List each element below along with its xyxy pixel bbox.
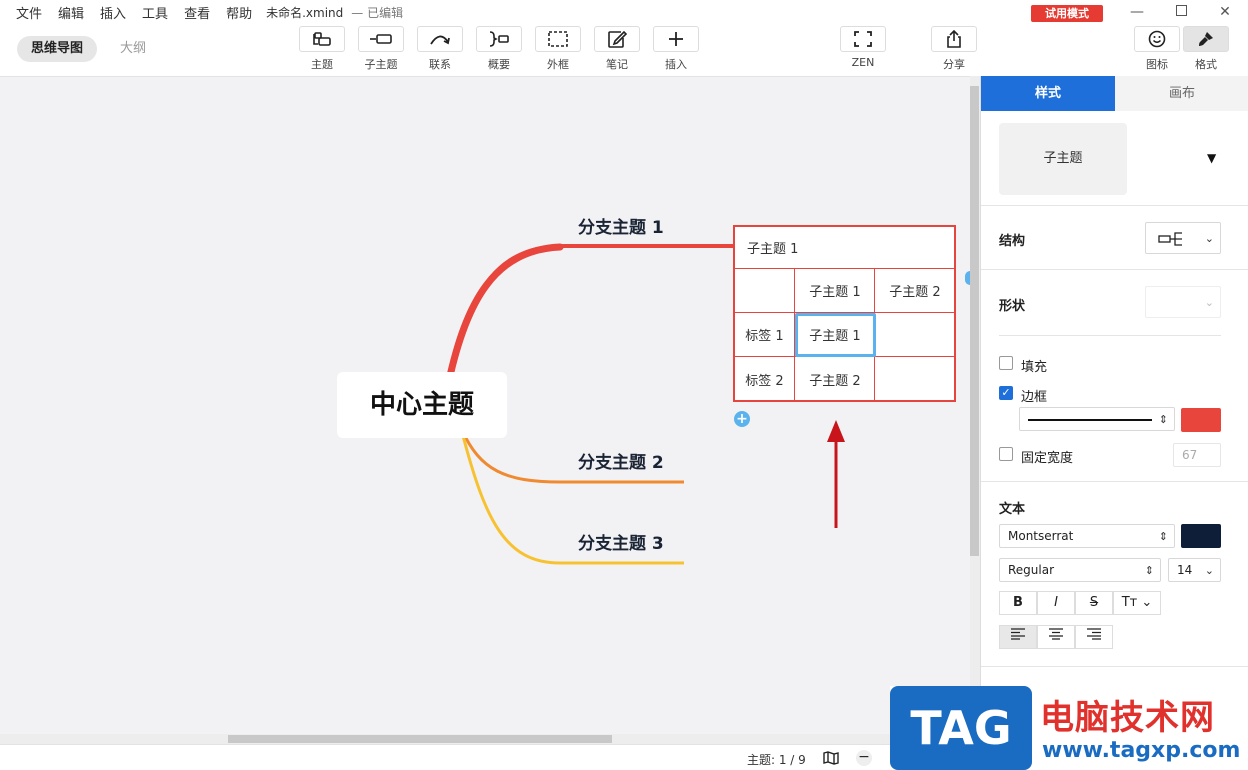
connector-branch-1 <box>446 244 733 386</box>
italic-button[interactable]: I <box>1037 591 1075 615</box>
format-panel: 样式 画布 子主题 ▼ 结构 ⌄ 形状 ⌄ 填充 ✓ 边框 ⇕ 固定宽度 67 … <box>980 76 1248 770</box>
text-color-swatch[interactable] <box>1181 524 1221 548</box>
matrix-col-header-2[interactable]: 子主题 2 <box>875 269 955 312</box>
border-color-swatch[interactable] <box>1181 408 1221 432</box>
matrix-row-label-1[interactable]: 标签 1 <box>735 313 794 356</box>
fixed-width-checkbox[interactable] <box>999 447 1013 461</box>
text-case-button[interactable]: Tт ⌄ <box>1113 591 1161 615</box>
align-right-button[interactable] <box>1075 625 1113 649</box>
matrix-row-label-2[interactable]: 标签 2 <box>735 357 794 401</box>
watermark-url: www.tagxp.com <box>1042 738 1241 763</box>
zoom-out-icon[interactable]: − <box>856 750 872 766</box>
align-center-button[interactable] <box>1037 625 1075 649</box>
divider <box>981 269 1248 270</box>
fixed-width-value: 67 <box>1182 448 1198 462</box>
stepper-icon: ⇕ <box>1158 412 1168 426</box>
font-weight-select[interactable]: Regular ⇕ <box>999 558 1161 582</box>
icon-panel-button[interactable]: 图标 <box>1133 26 1181 72</box>
text-case-label: Tт <box>1121 595 1138 610</box>
style-preview[interactable]: 子主题 <box>999 123 1127 195</box>
divider <box>999 335 1221 336</box>
matrix-header[interactable]: 子主题 1 <box>747 227 798 268</box>
align-left-button[interactable] <box>999 625 1037 649</box>
watermark-logo: TAG <box>890 686 1032 770</box>
border-label: 边框 <box>1021 390 1048 405</box>
stepper-icon: ⇕ <box>1144 563 1154 577</box>
branch-topic-1[interactable]: 分支主题 1 <box>578 213 664 238</box>
font-weight-value: Regular <box>1008 563 1055 577</box>
caret-down-icon[interactable]: ▼ <box>1207 151 1216 165</box>
trial-badge[interactable]: 试用模式 <box>1031 5 1103 22</box>
watermark: TAG 电脑技术网 www.tagxp.com <box>890 686 1248 770</box>
shape-select[interactable]: ⌄ <box>1145 286 1221 318</box>
divider <box>981 481 1248 482</box>
matrix-col-header-1[interactable]: 子主题 1 <box>795 269 875 312</box>
tab-canvas[interactable]: 画布 <box>1115 76 1248 111</box>
central-topic[interactable]: 中心主题 <box>337 372 507 438</box>
fixed-width-input[interactable]: 67 <box>1173 443 1221 467</box>
minimize-icon[interactable]: — <box>1122 2 1152 22</box>
chevron-down-icon: ⌄ <box>1204 295 1214 309</box>
chevron-down-icon: ⌄ <box>1204 563 1214 577</box>
status-bar: 主题: 1 / 9 − <box>0 744 980 770</box>
shape-label: 形状 <box>999 299 1026 314</box>
font-size-value: 14 <box>1177 563 1193 577</box>
border-style-select[interactable]: ⇕ <box>1019 407 1175 431</box>
font-size-select[interactable]: 14 ⌄ <box>1168 558 1221 582</box>
style-preview-row: 子主题 ▼ <box>981 111 1248 206</box>
format-panel-label: 格式 <box>1195 58 1217 71</box>
tab-style[interactable]: 样式 <box>981 76 1115 111</box>
align-right-icon <box>1087 628 1101 640</box>
align-center-icon <box>1049 628 1063 640</box>
structure-select[interactable]: ⌄ <box>1145 222 1221 254</box>
line-style-sample <box>1028 419 1152 421</box>
font-family-select[interactable]: Montserrat ⇕ <box>999 524 1175 548</box>
border-checkbox[interactable]: ✓ <box>999 386 1013 400</box>
stepper-icon: ⇕ <box>1158 529 1168 543</box>
fill-label: 填充 <box>1021 360 1048 375</box>
connector-branch-1-fill <box>444 243 564 389</box>
structure-label: 结构 <box>999 234 1026 249</box>
watermark-title: 电脑技术网 <box>1040 698 1215 738</box>
fill-checkbox[interactable] <box>999 356 1013 370</box>
arrow-head <box>827 420 845 442</box>
matrix-cell-1-2[interactable] <box>875 313 955 356</box>
branch-topic-3[interactable]: 分支主题 3 <box>578 529 664 554</box>
smiley-icon <box>1148 30 1166 48</box>
add-row-plus-icon[interactable]: + <box>734 411 750 427</box>
branch-topic-2[interactable]: 分支主题 2 <box>578 448 664 473</box>
selected-cell-highlight <box>795 313 876 357</box>
strikethrough-button[interactable]: S <box>1075 591 1113 615</box>
text-section-label: 文本 <box>999 502 1026 517</box>
map-icon[interactable] <box>823 751 839 765</box>
align-left-icon <box>1011 628 1025 640</box>
close-icon[interactable]: ✕ <box>1210 2 1240 22</box>
vertical-scroll-thumb[interactable] <box>970 86 979 556</box>
brush-icon <box>1199 32 1213 46</box>
matrix-cell-2-1[interactable]: 子主题 2 <box>795 357 875 401</box>
fixed-width-label: 固定宽度 <box>1021 451 1074 466</box>
format-panel-button[interactable]: 格式 <box>1182 26 1230 72</box>
structure-icon <box>1158 232 1182 246</box>
font-family-value: Montserrat <box>1008 529 1074 543</box>
bold-button[interactable]: B <box>999 591 1037 615</box>
chevron-down-icon: ⌄ <box>1204 231 1214 245</box>
matrix-cell-2-2[interactable] <box>875 357 955 401</box>
divider <box>981 666 1248 667</box>
icon-panel-label: 图标 <box>1146 58 1168 71</box>
topic-count: 主题: 1 / 9 <box>747 753 806 767</box>
maximize-icon[interactable] <box>1166 2 1196 22</box>
horizontal-scroll-thumb[interactable] <box>228 735 612 743</box>
